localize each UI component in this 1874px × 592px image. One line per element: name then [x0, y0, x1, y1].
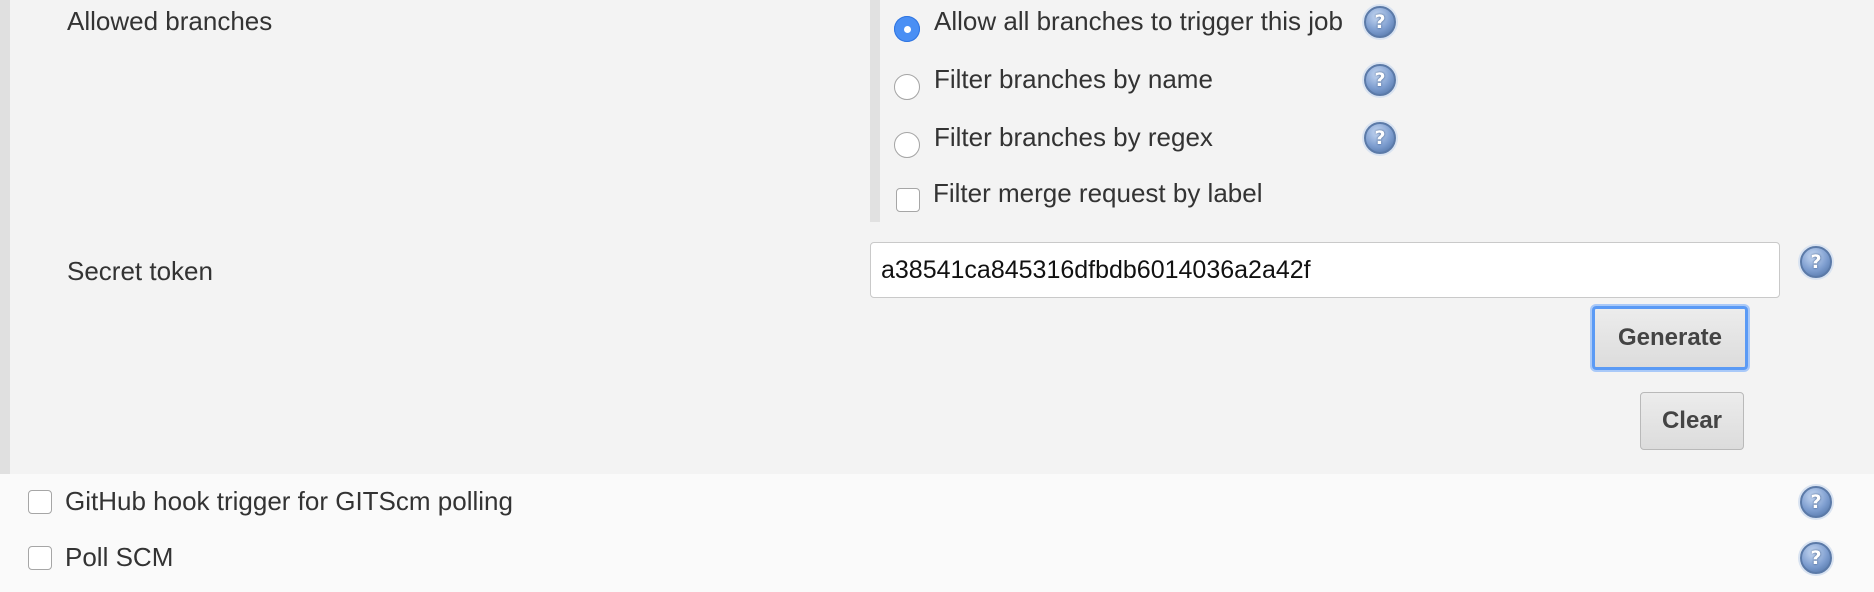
trigger-options-panel: Allowed branches Allow all branches to t…: [0, 0, 1874, 474]
filter-merge-request-label[interactable]: Filter merge request by label: [933, 178, 1262, 208]
help-icon[interactable]: ?: [1800, 246, 1832, 278]
panel-indent-bar: [0, 0, 10, 474]
branch-options-indent-bar: [870, 0, 880, 222]
filter-merge-request-checkbox[interactable]: [896, 188, 920, 212]
help-icon[interactable]: ?: [1364, 64, 1396, 96]
github-hook-trigger-checkbox[interactable]: [28, 490, 52, 514]
allow-all-branches-label[interactable]: Allow all branches to trigger this job: [934, 6, 1343, 36]
filter-by-name-radio[interactable]: [894, 74, 920, 100]
secret-token-input[interactable]: [870, 242, 1780, 298]
filter-by-name-label[interactable]: Filter branches by name: [934, 64, 1213, 94]
help-icon[interactable]: ?: [1364, 6, 1396, 38]
filter-by-regex-radio[interactable]: [894, 132, 920, 158]
help-icon[interactable]: ?: [1800, 542, 1832, 574]
secret-token-label: Secret token: [67, 256, 213, 286]
allow-all-branches-radio[interactable]: [894, 16, 920, 42]
clear-token-button[interactable]: Clear: [1640, 392, 1744, 450]
list-item: Poll SCM ?: [0, 530, 1874, 586]
github-hook-trigger-label[interactable]: GitHub hook trigger for GITScm polling: [65, 486, 513, 516]
help-icon[interactable]: ?: [1800, 486, 1832, 518]
generate-token-button[interactable]: Generate: [1592, 306, 1748, 370]
list-item: GitHub hook trigger for GITScm polling ?: [0, 474, 1874, 530]
poll-scm-checkbox[interactable]: [28, 546, 52, 570]
allowed-branches-label: Allowed branches: [67, 6, 273, 36]
poll-scm-label[interactable]: Poll SCM: [65, 542, 173, 572]
help-icon[interactable]: ?: [1364, 122, 1396, 154]
filter-by-regex-label[interactable]: Filter branches by regex: [934, 122, 1213, 152]
build-triggers-list: GitHub hook trigger for GITScm polling ?…: [0, 474, 1874, 592]
